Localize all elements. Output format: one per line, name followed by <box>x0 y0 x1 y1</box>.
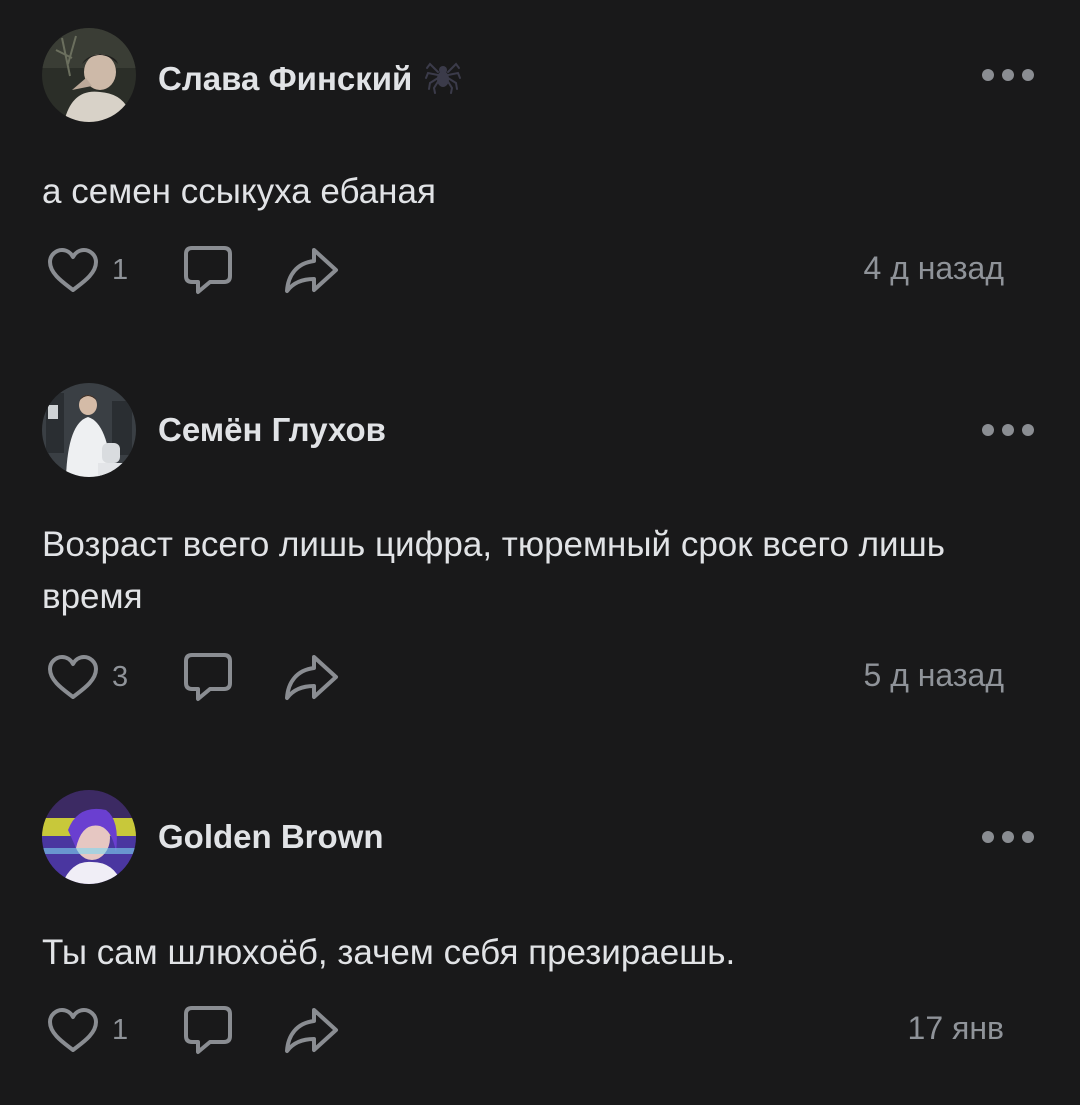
dot <box>1022 69 1034 81</box>
heart-icon <box>48 1008 98 1052</box>
like-count: 3 <box>112 660 129 693</box>
author-name[interactable]: Golden Brown <box>158 818 384 856</box>
comment-text: Ты сам шлюхоёб, зачем себя презираешь. <box>42 933 736 972</box>
comment-button[interactable] <box>182 651 234 703</box>
heart-icon <box>48 655 98 699</box>
like-count: 1 <box>112 253 129 286</box>
dot <box>1002 831 1014 843</box>
comment-bubble-icon <box>184 1006 232 1054</box>
share-button[interactable] <box>284 1004 340 1056</box>
author-name-text[interactable]: Семён Глухов <box>158 411 386 449</box>
avatar[interactable] <box>42 790 136 884</box>
more-dots-icon[interactable] <box>982 65 1034 85</box>
comment-bubble-icon <box>184 246 232 294</box>
comment-time: 17 янв <box>907 1010 1004 1046</box>
more-dots-icon[interactable] <box>982 827 1034 847</box>
dot <box>982 831 994 843</box>
comment-button[interactable] <box>182 1004 234 1056</box>
dot <box>1022 424 1034 436</box>
comment-time: 4 д назад <box>863 250 1005 286</box>
share-arrow-icon <box>285 655 338 700</box>
dot <box>1002 69 1014 81</box>
like-button[interactable]: 1 <box>46 1004 128 1056</box>
comment-button[interactable] <box>182 244 234 296</box>
author-name[interactable]: Семён Глухов <box>158 411 386 449</box>
comment-actions: 3 5 д назад <box>46 651 1046 703</box>
author-name-text[interactable]: Слава Финский <box>158 60 412 98</box>
comment-bubble-icon <box>184 653 232 701</box>
comment-actions: 1 17 янв <box>46 1004 1046 1056</box>
author-name[interactable]: Слава Финский <box>158 56 462 102</box>
like-button[interactable]: 3 <box>46 651 128 703</box>
spider-icon <box>424 56 462 102</box>
share-arrow-icon <box>285 1008 338 1053</box>
comment-text: Возраст всего лишь цифра, тюремный срок … <box>42 525 945 616</box>
like-count: 1 <box>112 1013 129 1046</box>
comment-text: а семен ссыкуха ебаная <box>42 172 436 211</box>
dot <box>982 69 994 81</box>
more-dots-icon[interactable] <box>982 420 1034 440</box>
share-button[interactable] <box>284 244 340 296</box>
share-button[interactable] <box>284 651 340 703</box>
share-arrow-icon <box>285 248 338 293</box>
heart-icon <box>48 248 98 292</box>
author-name-text[interactable]: Golden Brown <box>158 818 384 856</box>
dot <box>1022 831 1034 843</box>
avatar[interactable] <box>42 28 136 122</box>
dot <box>982 424 994 436</box>
avatar[interactable] <box>42 383 136 477</box>
dot <box>1002 424 1014 436</box>
comment-time: 5 д назад <box>863 657 1005 693</box>
comment-actions: 1 4 д назад <box>46 244 1046 296</box>
like-button[interactable]: 1 <box>46 244 128 296</box>
